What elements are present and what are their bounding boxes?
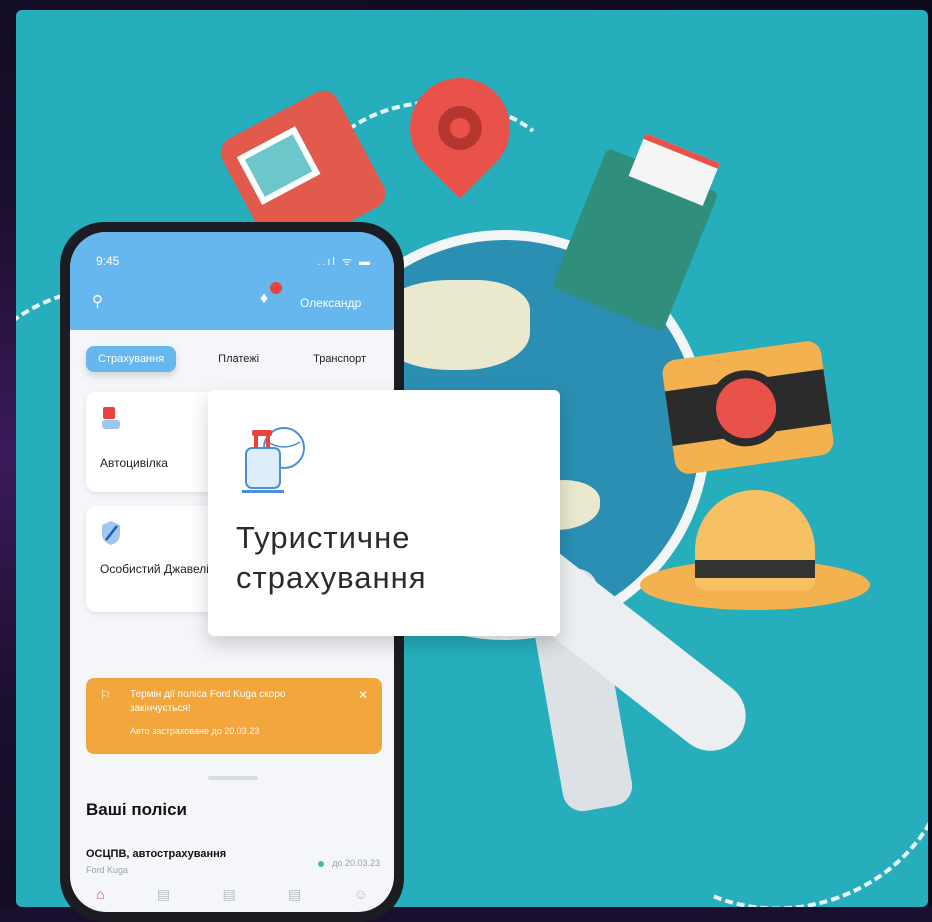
card-label: Автоцивілка bbox=[100, 456, 168, 470]
notice-subtext: Авто застраховане до 20.03.23 bbox=[130, 726, 260, 736]
card-title-line2: страхування bbox=[236, 560, 427, 595]
hat-illustration bbox=[640, 490, 870, 620]
expiry-notice[interactable]: ⚐ Термін дії поліса Ford Kuga скоро закі… bbox=[86, 678, 382, 754]
status-icons: ..ıl ᯤ ▬ bbox=[317, 256, 372, 268]
search-icon[interactable]: ⚲ bbox=[92, 292, 103, 310]
category-tabs: Страхування Платежі Транспорт bbox=[86, 342, 378, 376]
tab-transport[interactable]: Транспорт bbox=[301, 346, 378, 372]
documents-icon[interactable]: ▤ bbox=[222, 886, 235, 903]
tab-payments[interactable]: Платежі bbox=[206, 346, 271, 372]
notice-text: Термін дії поліса Ford Kuga скоро закінч… bbox=[130, 689, 286, 714]
notification-badge bbox=[270, 282, 282, 294]
policies-title: Ваші поліси bbox=[86, 800, 188, 819]
status-time: 9:45 bbox=[96, 254, 120, 268]
drag-handle[interactable] bbox=[208, 776, 258, 780]
policy-vehicle: Ford Kuga bbox=[86, 865, 129, 875]
camera-illustration bbox=[660, 339, 836, 476]
car-icon bbox=[102, 407, 120, 429]
luggage-globe-icon bbox=[242, 427, 305, 493]
status-dot bbox=[318, 860, 325, 867]
user-name[interactable]: Олександр bbox=[300, 296, 361, 310]
signpost-icon: ⚐ bbox=[100, 688, 111, 702]
bell-icon[interactable]: ♦ bbox=[260, 282, 282, 308]
profile-icon[interactable]: ☺ bbox=[354, 886, 368, 902]
app-header: 9:45 ..ıl ᯤ ▬ ⚲ ♦ Олександр bbox=[70, 232, 394, 330]
close-icon[interactable]: ✕ bbox=[358, 688, 368, 702]
tab-insurance[interactable]: Страхування bbox=[86, 346, 177, 372]
card-title: Туристичне страхування bbox=[236, 518, 427, 598]
shield-icon bbox=[102, 521, 120, 545]
home-icon[interactable]: ⌂ bbox=[96, 886, 104, 902]
card-title-line1: Туристичне bbox=[236, 520, 411, 555]
car-nav-icon[interactable]: ▤ bbox=[157, 886, 170, 903]
policy-date-text: до 20.03.23 bbox=[332, 858, 380, 868]
card-label: Особистий Джавелін bbox=[100, 562, 216, 576]
wallet-icon[interactable]: ▤ bbox=[288, 886, 301, 903]
travel-insurance-card[interactable]: Туристичне страхування bbox=[208, 390, 560, 636]
policy-name[interactable]: ОСЦПВ, автострахування bbox=[86, 848, 226, 860]
policy-date: до 20.03.23 bbox=[318, 858, 380, 868]
